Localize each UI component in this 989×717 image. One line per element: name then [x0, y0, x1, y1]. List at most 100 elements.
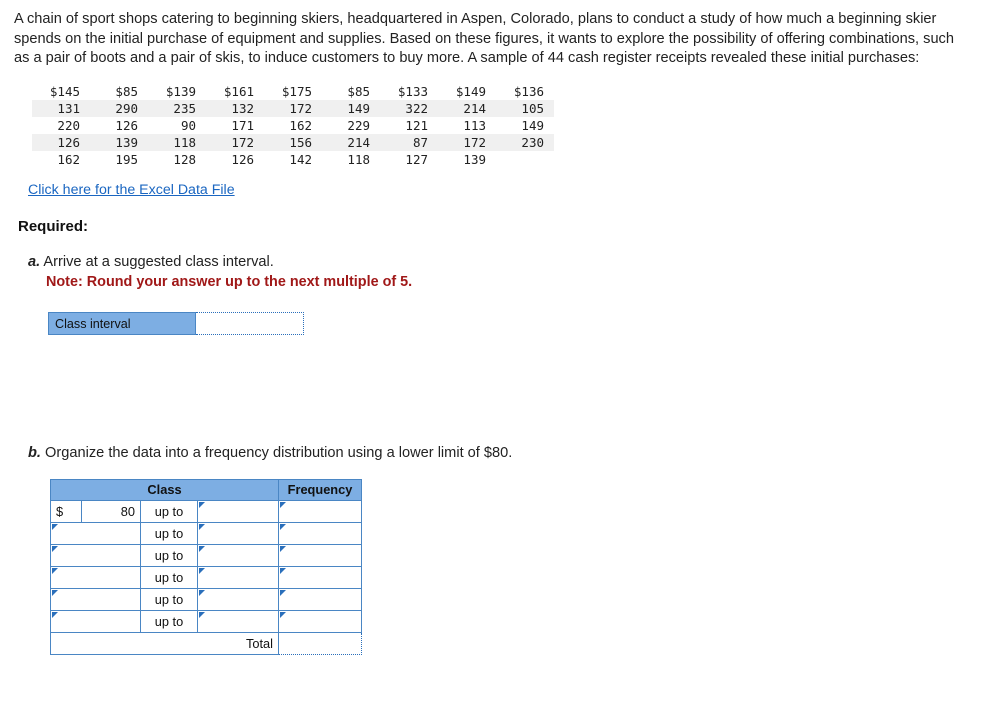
excel-data-file-link[interactable]: Click here for the Excel Data File — [28, 182, 235, 198]
data-cell: 126 — [32, 133, 90, 151]
lower-limit-input[interactable] — [50, 565, 141, 589]
total-input[interactable] — [278, 631, 362, 655]
table-row: $ 80 up to — [50, 499, 362, 523]
data-cell: 171 — [231, 117, 254, 133]
data-cell: 172 — [438, 133, 496, 151]
table-row: $145 $85 $139 $161 $175 $85 $133 $149 $1… — [32, 83, 554, 100]
dollar-sign-cell: $ — [50, 499, 82, 523]
data-cell: $149 — [455, 83, 486, 99]
up-to-label: up to — [140, 543, 198, 567]
up-to-label: up to — [140, 587, 198, 611]
frequency-input[interactable] — [278, 565, 362, 589]
class-interval-answer-row: Class interval — [48, 311, 304, 335]
up-to-label: up to — [140, 521, 198, 545]
upper-limit-input[interactable] — [197, 543, 279, 567]
total-row: Total — [50, 631, 362, 655]
table-row: 220 126 90 171 162 229 121 113 149 — [32, 117, 554, 134]
part-a-prompt: a. Arrive at a suggested class interval. — [28, 254, 975, 270]
table-row: 162 195 128 126 142 118 127 139 — [32, 151, 554, 168]
data-cell: $161 — [223, 83, 254, 99]
data-cell — [496, 151, 554, 168]
question-page: A chain of sport shops catering to begin… — [0, 0, 989, 655]
data-cell: 220 — [57, 117, 80, 133]
part-b-text: Organize the data into a frequency distr… — [45, 444, 513, 461]
part-b-letter: b. — [28, 444, 41, 461]
table-row: up to — [50, 521, 362, 545]
upper-limit-input[interactable] — [197, 499, 279, 523]
data-cell: 118 — [148, 133, 206, 151]
lower-limit-input[interactable] — [50, 543, 141, 567]
data-cell: $133 — [397, 83, 428, 99]
data-cell: 172 — [264, 99, 322, 117]
class-interval-input[interactable] — [196, 311, 304, 335]
data-cell: 172 — [206, 133, 264, 151]
lower-limit-input[interactable] — [50, 609, 141, 633]
lower-limit-cell[interactable]: 80 — [81, 499, 141, 523]
data-cell: 126 — [115, 117, 138, 133]
data-cell: 131 — [32, 99, 90, 117]
data-cell: 322 — [380, 99, 438, 117]
data-cell: 126 — [231, 151, 254, 167]
part-a-letter: a. — [28, 253, 41, 270]
data-cell: 229 — [347, 117, 370, 133]
table-row: 126 139 118 172 156 214 87 172 230 — [32, 133, 554, 151]
upper-limit-input[interactable] — [197, 521, 279, 545]
frequency-header: Frequency — [278, 478, 362, 501]
lower-limit-input[interactable] — [50, 587, 141, 611]
data-cell: 149 — [521, 117, 544, 133]
data-cell: 195 — [115, 151, 138, 167]
frequency-distribution-table: Class Frequency $ 80 up to up to up to u… — [50, 478, 362, 655]
data-cell: 139 — [90, 133, 148, 151]
question-intro: A chain of sport shops catering to begin… — [14, 11, 954, 66]
part-a-text: Arrive at a suggested class interval. — [43, 253, 274, 270]
data-cell: 128 — [173, 151, 196, 167]
data-cell: 87 — [380, 133, 438, 151]
data-cell: 90 — [180, 117, 196, 133]
table-row: up to — [50, 543, 362, 567]
data-cell: $85 — [347, 83, 370, 99]
data-cell: 139 — [463, 151, 486, 167]
part-b-prompt: b. Organize the data into a frequency di… — [28, 445, 975, 461]
up-to-label: up to — [140, 565, 198, 589]
frequency-input[interactable] — [278, 521, 362, 545]
up-to-label: up to — [140, 609, 198, 633]
class-header: Class — [50, 478, 279, 501]
frequency-input[interactable] — [278, 587, 362, 611]
class-interval-label: Class interval — [48, 311, 196, 335]
data-cell: 156 — [264, 133, 322, 151]
data-cell: 149 — [322, 99, 380, 117]
data-cell: 113 — [463, 117, 486, 133]
data-cell: $145 — [49, 83, 80, 99]
lower-limit-input[interactable] — [50, 521, 141, 545]
data-cell: 214 — [322, 133, 380, 151]
table-row: 131 290 235 132 172 149 322 214 105 — [32, 99, 554, 117]
part-a-note: Note: Round your answer up to the next m… — [46, 273, 413, 290]
up-to-label: up to — [140, 499, 198, 523]
data-cell: $85 — [115, 83, 138, 99]
data-cell: 118 — [347, 151, 370, 167]
table-row: up to — [50, 587, 362, 611]
purchase-data-table: $145 $85 $139 $161 $175 $85 $133 $149 $1… — [32, 83, 554, 168]
data-cell: 230 — [496, 133, 554, 151]
data-cell: 121 — [405, 117, 428, 133]
data-cell: 162 — [289, 117, 312, 133]
frequency-table-header-row: Class Frequency — [50, 478, 362, 501]
frequency-input[interactable] — [278, 543, 362, 567]
data-cell: 132 — [206, 99, 264, 117]
required-heading: Required: — [18, 217, 89, 235]
data-cell: 290 — [90, 99, 148, 117]
data-cell: 235 — [148, 99, 206, 117]
data-cell: $175 — [281, 83, 312, 99]
upper-limit-input[interactable] — [197, 565, 279, 589]
table-row: up to — [50, 565, 362, 589]
data-cell: 162 — [57, 151, 80, 167]
frequency-input[interactable] — [278, 609, 362, 633]
data-cell: 214 — [438, 99, 496, 117]
table-row: up to — [50, 609, 362, 633]
frequency-input[interactable] — [278, 499, 362, 523]
upper-limit-input[interactable] — [197, 609, 279, 633]
data-cell: $136 — [513, 83, 544, 99]
upper-limit-input[interactable] — [197, 587, 279, 611]
data-cell: 127 — [405, 151, 428, 167]
data-cell: 105 — [496, 99, 554, 117]
